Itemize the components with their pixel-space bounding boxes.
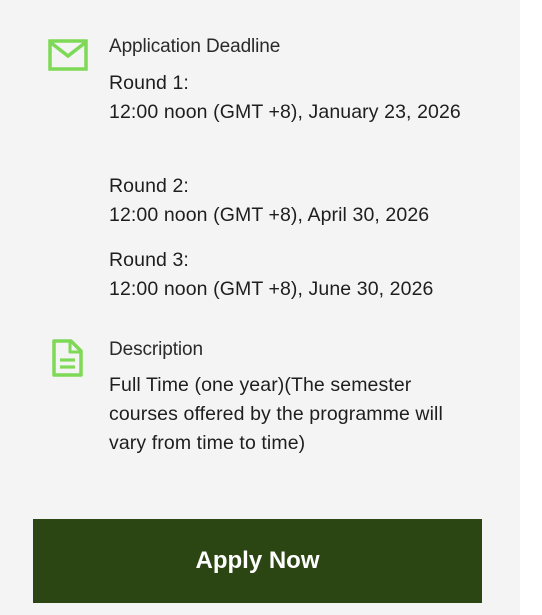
round-3-title: Round 3: [109, 249, 189, 271]
round-1-date: 12:00 noon (GMT +8), January 23, 2026 [109, 101, 461, 123]
round-1: Round 1: 12:00 noon (GMT +8), January 23… [109, 69, 479, 127]
programme-info-panel: Application Deadline Round 1: 12:00 noon… [0, 0, 520, 615]
document-icon [50, 338, 90, 378]
round-3: Round 3: 12:00 noon (GMT +8), June 30, 2… [109, 246, 479, 304]
deadline-label: Application Deadline [109, 36, 281, 57]
round-2: Round 2: 12:00 noon (GMT +8), April 30, … [109, 172, 479, 230]
description-text: Full Time (one year)(The semester course… [109, 374, 443, 454]
apply-now-button[interactable]: Apply Now [33, 519, 482, 603]
envelope-icon [48, 38, 88, 78]
round-3-date: 12:00 noon (GMT +8), June 30, 2026 [109, 278, 434, 300]
round-2-title: Round 2: [109, 175, 189, 197]
round-2-date: 12:00 noon (GMT +8), April 30, 2026 [109, 204, 430, 226]
round-1-title: Round 1: [109, 72, 189, 94]
description-label: Description [109, 339, 203, 360]
